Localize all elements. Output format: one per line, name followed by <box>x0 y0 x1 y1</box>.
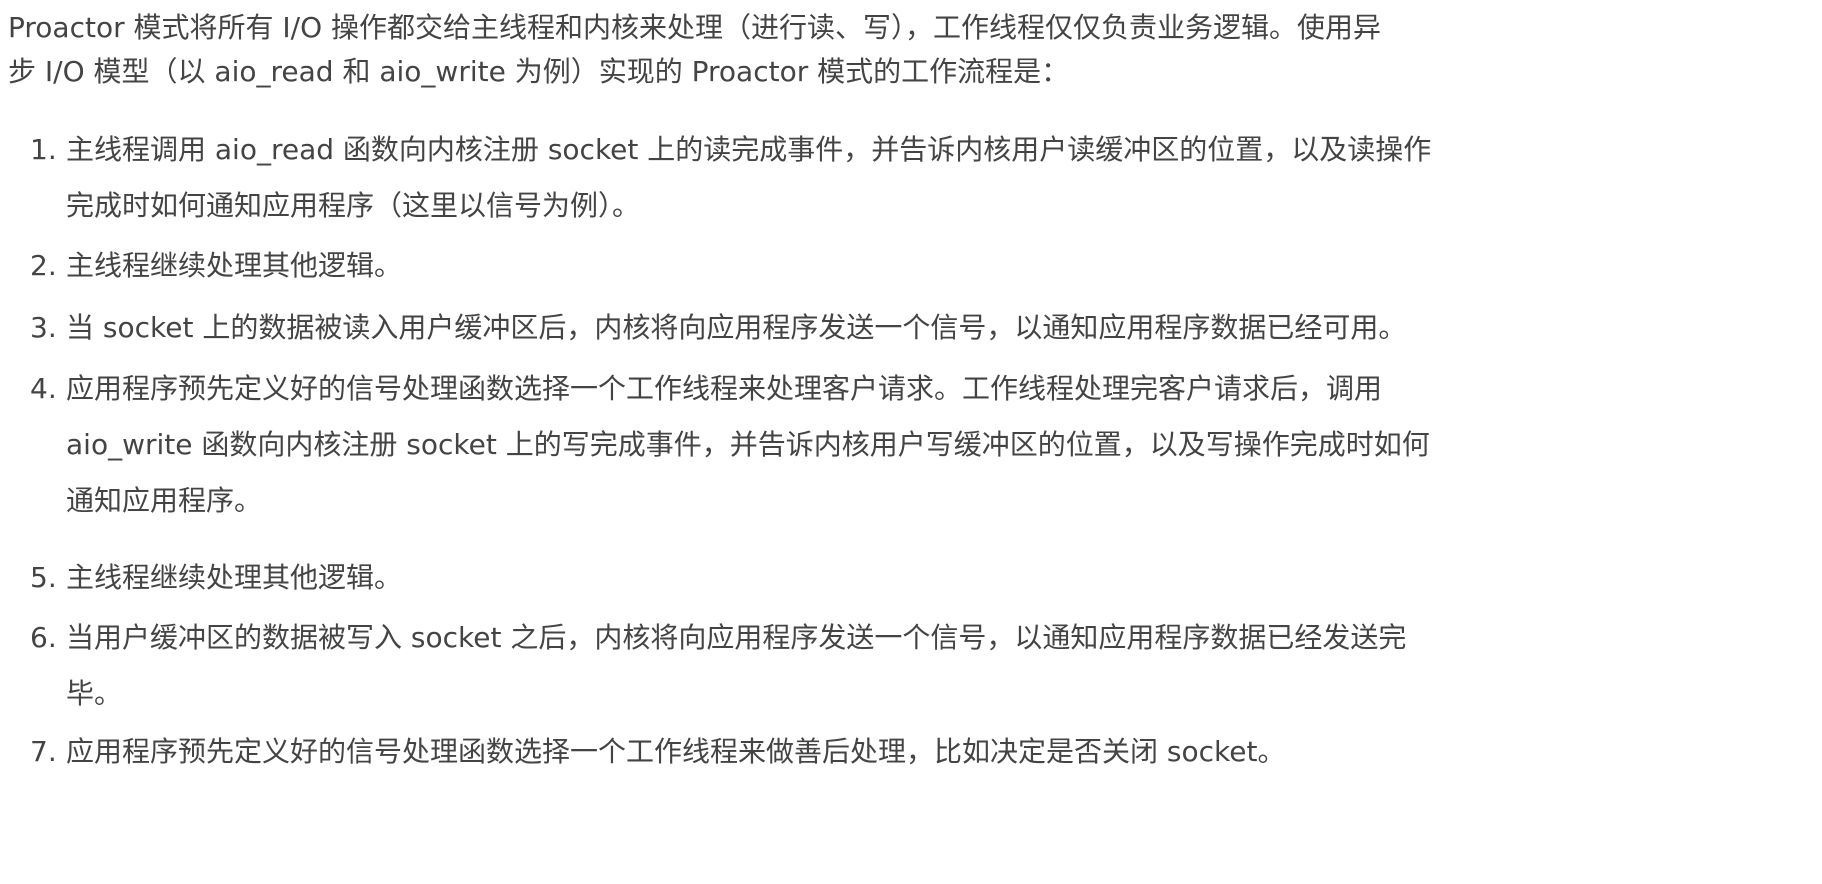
list-line: 主线程调用 aio_read 函数向内核注册 socket 上的读完成事件，并告… <box>66 133 1432 166</box>
list-line: aio_write 函数向内核注册 socket 上的写完成事件，并告诉内核用户… <box>66 428 1430 461</box>
intro-line: 步 I/O 模型（以 aio_read 和 aio_write 为例）实现的 P… <box>8 55 1070 88</box>
intro-line: Proactor 模式将所有 I/O 操作都交给主线程和内核来处理（进行读、写）… <box>8 11 1382 44</box>
list-number: 3. <box>30 311 57 344</box>
list-number: 7. <box>30 735 57 768</box>
list-line: 主线程继续处理其他逻辑。 <box>66 249 403 282</box>
list-line: 当用户缓冲区的数据被写入 socket 之后，内核将向应用程序发送一个信号，以通… <box>66 621 1407 654</box>
list-item: 4. 应用程序预先定义好的信号处理函数选择一个工作线程来处理客户请求。工作线程处… <box>30 361 1430 529</box>
list-line: 完成时如何通知应用程序（这里以信号为例）。 <box>66 189 641 222</box>
list-line: 主线程继续处理其他逻辑。 <box>66 561 403 594</box>
list-item: 3. 当 socket 上的数据被读入用户缓冲区后，内核将向应用程序发送一个信号… <box>30 300 1406 356</box>
list-number: 6. <box>30 621 57 654</box>
list-line: 通知应用程序。 <box>66 484 263 517</box>
list-number: 4. <box>30 372 57 405</box>
list-item: 7. 应用程序预先定义好的信号处理函数选择一个工作线程来做善后处理，比如决定是否… <box>30 724 1285 780</box>
list-line: 应用程序预先定义好的信号处理函数选择一个工作线程来处理客户请求。工作线程处理完客… <box>66 372 1383 405</box>
list-item: 2. 主线程继续处理其他逻辑。 <box>30 238 402 294</box>
list-line: 应用程序预先定义好的信号处理函数选择一个工作线程来做善后处理，比如决定是否关闭 … <box>66 735 1286 768</box>
list-line: 当 socket 上的数据被读入用户缓冲区后，内核将向应用程序发送一个信号，以通… <box>66 311 1407 344</box>
list-item: 1. 主线程调用 aio_read 函数向内核注册 socket 上的读完成事件… <box>30 122 1431 234</box>
list-number: 1. <box>30 133 57 166</box>
list-item: 6. 当用户缓冲区的数据被写入 socket 之后，内核将向应用程序发送一个信号… <box>30 610 1406 722</box>
list-item: 5. 主线程继续处理其他逻辑。 <box>30 550 402 606</box>
intro-paragraph: Proactor 模式将所有 I/O 操作都交给主线程和内核来处理（进行读、写）… <box>8 6 1381 94</box>
list-line: 毕。 <box>66 677 123 710</box>
list-number: 2. <box>30 249 57 282</box>
list-number: 5. <box>30 561 57 594</box>
